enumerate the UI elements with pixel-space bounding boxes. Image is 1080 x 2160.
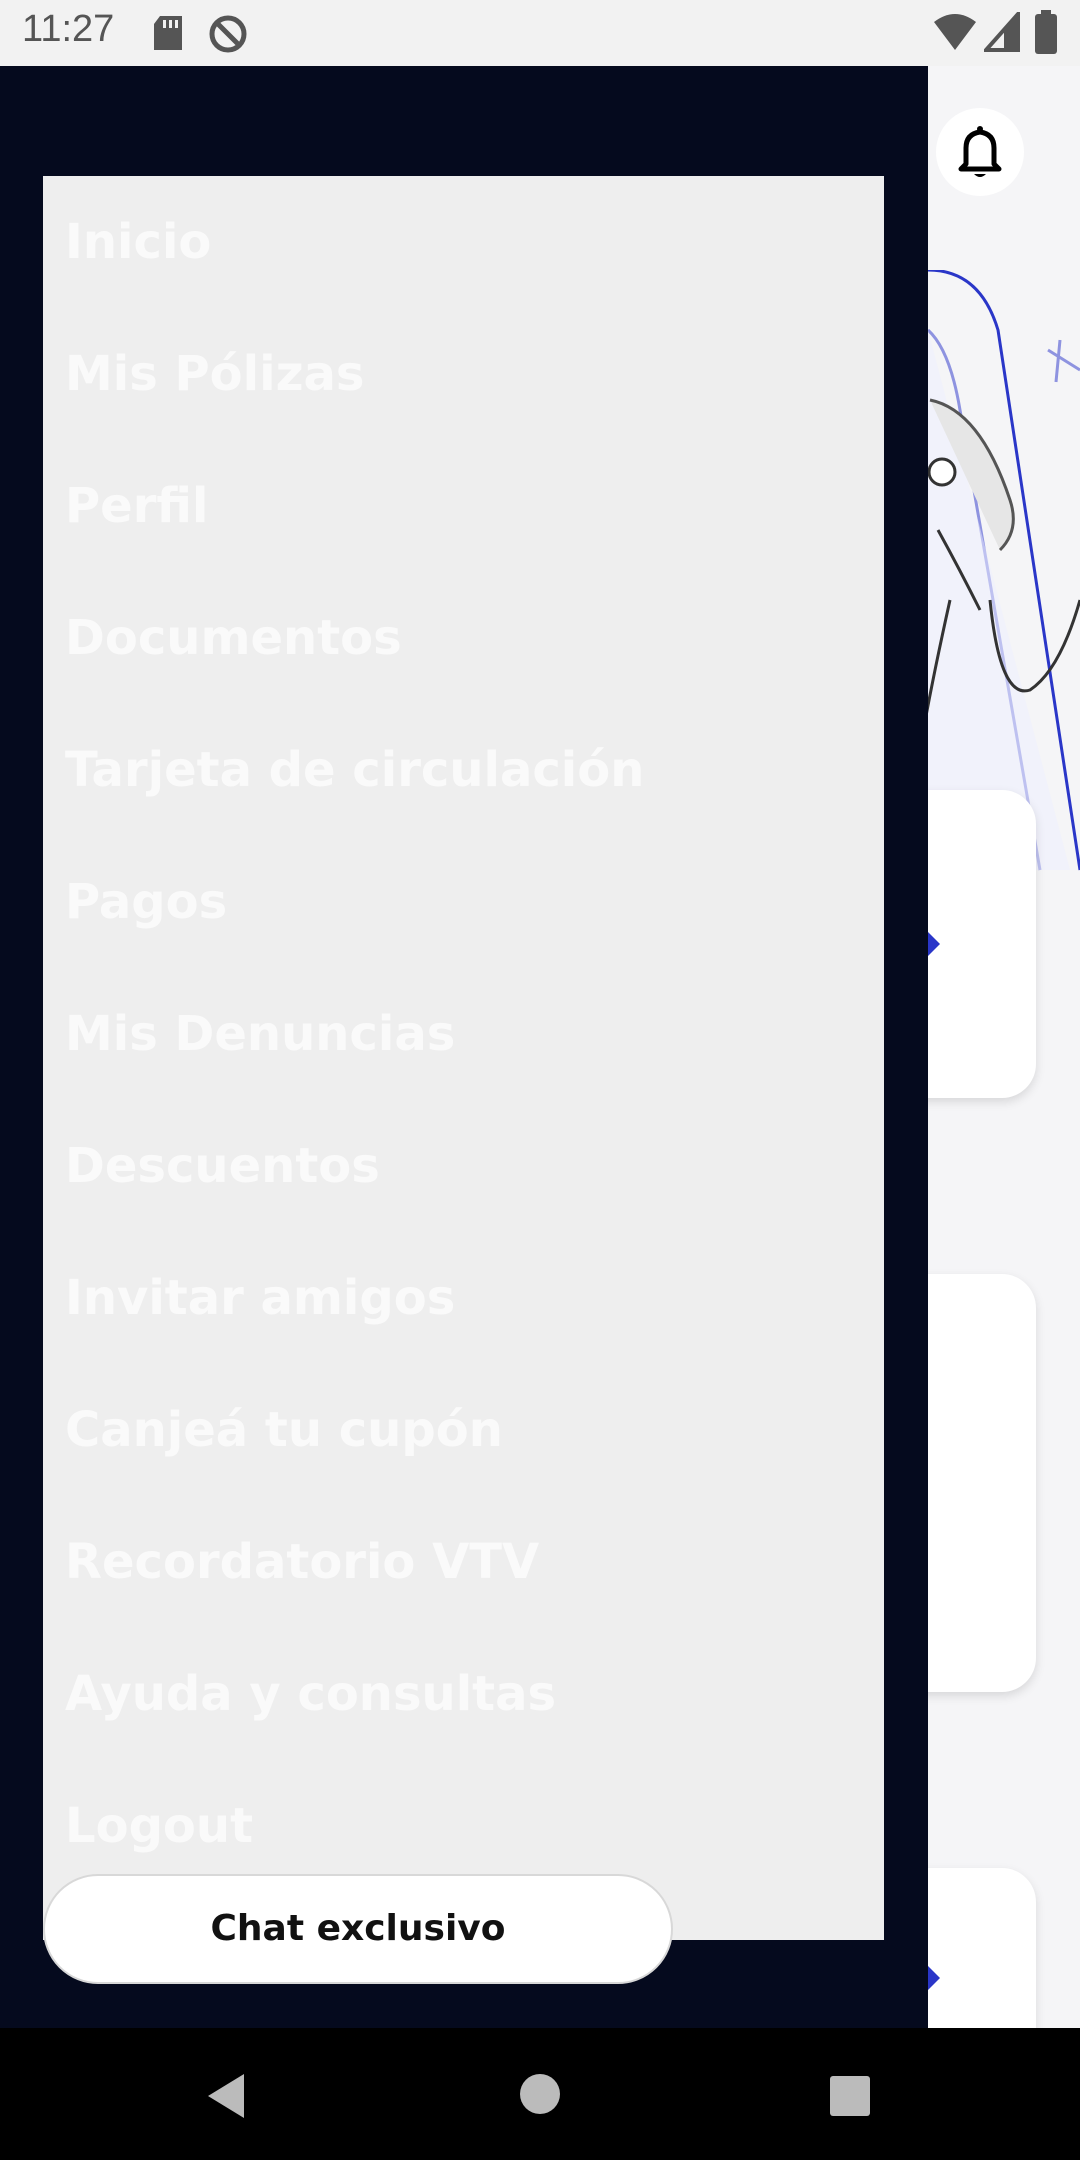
- navigation-drawer: Inicio Mis Pólizas Perfil Documentos Tar…: [0, 66, 928, 2028]
- illustration: [920, 270, 1080, 871]
- wifi-icon: [934, 14, 976, 50]
- status-time: 11:27: [22, 8, 115, 50]
- menu-item-invitar-amigos[interactable]: Invitar amigos: [65, 1253, 865, 1343]
- system-nav-bar: [0, 2028, 1080, 2160]
- menu-item-tarjeta-de-circulacion[interactable]: Tarjeta de circulación: [65, 725, 865, 815]
- notifications-button[interactable]: [936, 108, 1024, 196]
- no-location-icon: [209, 15, 247, 53]
- menu-item-pagos[interactable]: Pagos: [65, 857, 865, 947]
- status-bar: 11:27: [0, 0, 1080, 66]
- sd-card-icon: [154, 16, 182, 50]
- menu-item-canjea-tu-cupon[interactable]: Canjeá tu cupón: [65, 1385, 865, 1475]
- menu-item-ayuda-y-consultas[interactable]: Ayuda y consultas: [65, 1649, 865, 1739]
- recents-icon[interactable]: [828, 2074, 872, 2118]
- menu-item-logout[interactable]: Logout: [65, 1781, 865, 1871]
- back-icon[interactable]: [204, 2072, 248, 2120]
- menu-item-recordatorio-vtv[interactable]: Recordatorio VTV: [65, 1517, 865, 1607]
- drawer-menu: Inicio Mis Pólizas Perfil Documentos Tar…: [43, 176, 884, 1940]
- menu-item-documentos[interactable]: Documentos: [65, 593, 865, 683]
- menu-item-mis-polizas[interactable]: Mis Pólizas: [65, 329, 865, 419]
- bell-icon: [958, 122, 1002, 177]
- menu-item-inicio[interactable]: Inicio: [65, 197, 865, 287]
- home-icon[interactable]: [518, 2072, 562, 2116]
- menu-item-descuentos[interactable]: Descuentos: [65, 1121, 865, 1211]
- menu-item-perfil[interactable]: Perfil: [65, 461, 865, 551]
- menu-item-mis-denuncias[interactable]: Mis Denuncias: [65, 989, 865, 1079]
- chat-exclusivo-button[interactable]: Chat exclusivo: [43, 1874, 673, 1984]
- cell-signal-icon: [984, 12, 1020, 52]
- battery-icon: [1035, 10, 1057, 54]
